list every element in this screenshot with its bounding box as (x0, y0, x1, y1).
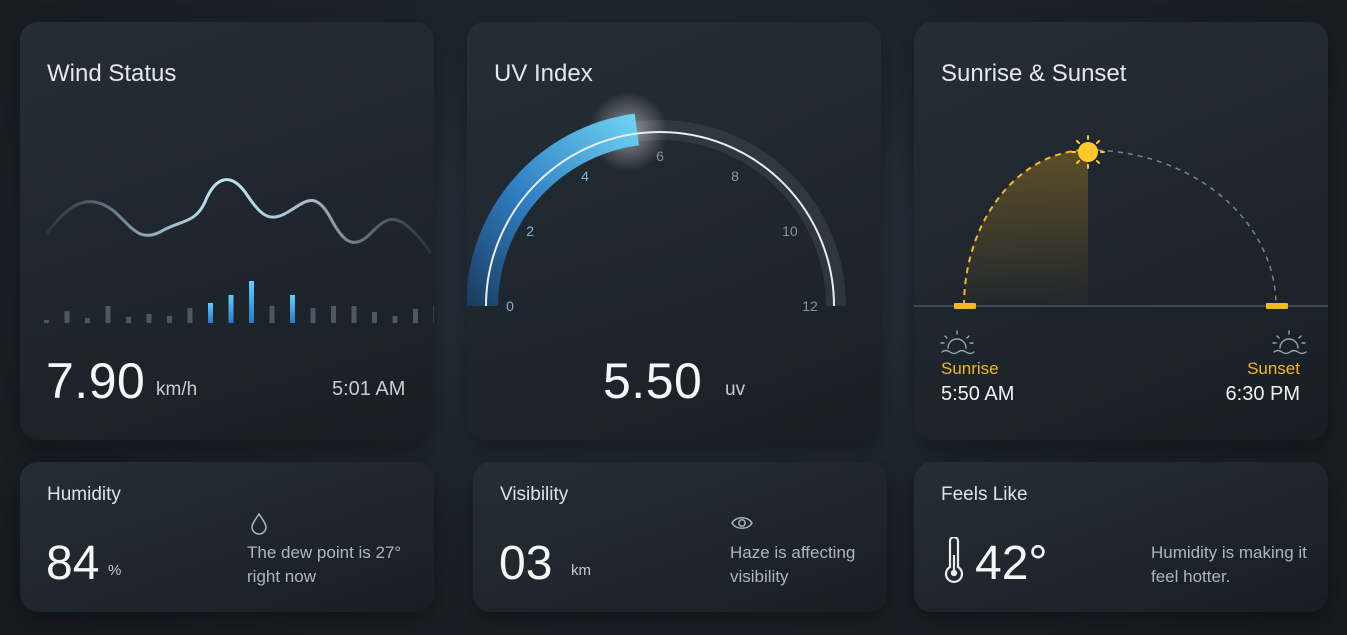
uv-tick-label: 8 (731, 168, 739, 184)
sunset-time: 6:30 PM (1225, 383, 1300, 405)
feels-like-title: Feels Like (941, 484, 1028, 505)
wind-bar (64, 311, 70, 323)
wind-speed-unit: km/h (156, 379, 198, 400)
uv-gauge-fill (467, 113, 639, 306)
uv-unit: uv (725, 379, 746, 400)
wind-bar (167, 316, 172, 323)
sunset-label: Sunset (1247, 359, 1300, 378)
sunrise-icon (940, 330, 975, 355)
humidity-title: Humidity (47, 484, 121, 505)
wind-wave-line (46, 178, 432, 254)
uv-tick-label: 12 (802, 298, 818, 314)
eye-icon (731, 517, 753, 529)
wind-bar (392, 316, 398, 323)
wind-bar (126, 317, 131, 323)
wind-bar (433, 306, 434, 323)
visibility-note: Haze is affecting visibility (730, 543, 856, 586)
humidity-card: Humidity 84 % The dew point is 27° right… (20, 462, 434, 612)
sun-arc-fill (964, 150, 1088, 306)
wind-bar (413, 309, 418, 323)
humidity-value: 84 (46, 537, 100, 590)
wind-speed-value: 7.90 (46, 353, 146, 409)
wind-bar (85, 318, 90, 323)
visibility-unit: km (571, 562, 591, 579)
wind-bar (331, 306, 336, 323)
wind-bar (208, 303, 213, 323)
visibility-card: Visibility 03 km Haze is affecting visib… (473, 462, 887, 612)
feels-like-note: Humidity is making it feel hotter. (1151, 543, 1307, 586)
sunrise-time: 5:50 AM (941, 383, 1015, 405)
wind-bar (44, 320, 49, 323)
sunset-icon (1272, 330, 1307, 355)
sunrise-label: Sunrise (941, 359, 999, 378)
visibility-value: 03 (499, 537, 553, 590)
uv-tick-label: 10 (782, 223, 798, 239)
sun-arc-remaining (1087, 149, 1277, 307)
feels-like-value: 42° (975, 537, 1048, 590)
uv-value: 5.50 (603, 353, 703, 409)
wind-bar (310, 308, 316, 323)
sunset-marker (1266, 303, 1288, 309)
uv-tick-label: 0 (506, 298, 514, 314)
visibility-title: Visibility (500, 484, 569, 505)
wind-bar (146, 314, 152, 323)
uv-index-card: UV Index 0 2 4 6 8 10 12 5.50 uv (467, 22, 881, 440)
wind-status-title: Wind Status (47, 60, 177, 87)
wind-time: 5:01 AM (332, 378, 406, 400)
sunrise-marker (954, 303, 976, 309)
wind-status-card: Wind Status 7.90 km/h 5:01 AM (20, 22, 434, 440)
wind-bar (249, 281, 254, 323)
wind-bar (228, 295, 234, 323)
humidity-note: The dew point is 27° right now (247, 543, 402, 586)
wind-bar (187, 308, 193, 323)
humidity-unit: % (108, 562, 122, 579)
wind-chart (44, 178, 434, 323)
uv-tick-label: 2 (526, 223, 534, 239)
thermometer-icon (944, 537, 964, 584)
uv-tick-label: 6 (656, 148, 664, 164)
droplet-icon (251, 512, 267, 535)
wind-bar (269, 306, 275, 323)
wind-bar (105, 306, 111, 323)
wind-bar (290, 295, 295, 323)
wind-bar (351, 306, 357, 323)
uv-tick-label: 4 (581, 168, 589, 184)
wind-bar (372, 312, 377, 323)
sunrise-sunset-card: Sunrise & Sunset Sunrise 5:50 AM Sunset … (914, 22, 1328, 440)
feels-like-card: Feels Like 42° Humidity is making it fee… (914, 462, 1328, 612)
